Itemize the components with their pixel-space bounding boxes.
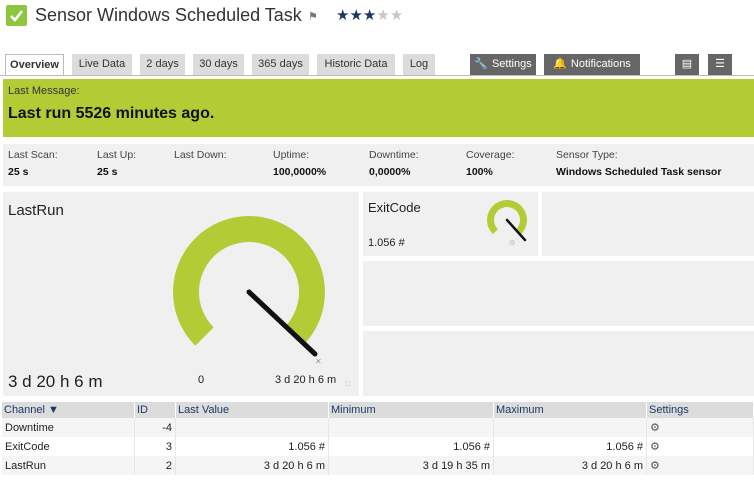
comment-icon: ▤ <box>681 58 693 70</box>
cell-last: 3 d 20 h 6 m <box>175 456 329 475</box>
title-bar: Sensor Windows Scheduled Task ⚑ ★★★★★ <box>0 0 754 34</box>
stat-last-scan: Last Scan: 25 s <box>8 149 58 178</box>
cell-id: -4 <box>134 418 176 437</box>
lastrun-gauge-max: 3 d 20 h 6 m <box>275 374 337 386</box>
priority-star[interactable]: ★ <box>336 7 349 24</box>
empty-panel-2 <box>363 261 754 326</box>
gear-icon[interactable]: ⚙ <box>650 441 660 453</box>
cell-min: 1.056 # <box>328 437 494 456</box>
lastrun-value: 3 d 20 h 6 m <box>8 372 103 391</box>
gauge-close-icon[interactable]: ✕ <box>315 357 322 366</box>
empty-panel-1 <box>542 192 754 256</box>
lastrun-gauge-panel: LastRun 3 d 20 h 6 m 0 3 d 20 h 6 m ✕ □ <box>3 192 359 396</box>
gauge-resize-icon[interactable]: □ <box>345 379 350 388</box>
table-header: Channel ▼ ID Last Value Minimum Maximum … <box>2 402 754 418</box>
lastrun-gauge <box>173 216 325 357</box>
stat-uptime: Uptime: 100,0000% <box>273 149 327 178</box>
stat-downtime: Downtime: 0,0000% <box>369 149 419 178</box>
sort-down-icon: ▼ <box>48 404 59 416</box>
last-message-label: Last Message: <box>8 85 80 97</box>
cell-settings: ⚙ <box>646 437 754 456</box>
small-gauge-tools-icon[interactable]: ⚙ <box>509 239 515 247</box>
priority-star[interactable]: ★ <box>363 7 376 24</box>
flag-icon[interactable]: ⚑ <box>308 10 318 23</box>
comments-button[interactable]: ▤ <box>675 54 699 75</box>
tab-log[interactable]: Log <box>403 54 435 75</box>
cell-min: 3 d 19 h 35 m <box>328 456 494 475</box>
table-row[interactable]: Downtime -4 ⚙ <box>2 418 754 437</box>
cell-max <box>493 418 647 437</box>
gear-icon[interactable]: ⚙ <box>650 460 660 472</box>
cell-max: 3 d 20 h 6 m <box>493 456 647 475</box>
history-button[interactable]: ☰ <box>708 54 732 75</box>
cell-channel: Downtime <box>2 418 135 437</box>
col-settings: Settings <box>646 402 754 418</box>
stat-last-down: Last Down: <box>174 149 227 161</box>
cell-last <box>175 418 329 437</box>
cell-min <box>328 418 494 437</box>
stat-coverage: Coverage: 100% <box>466 149 515 178</box>
cell-channel: LastRun <box>2 456 135 475</box>
wrench-icon: 🔧 <box>474 58 488 70</box>
tab-bar: Overview Live Data 2 days 30 days 365 da… <box>0 54 754 76</box>
col-maximum[interactable]: Maximum <box>493 402 647 418</box>
last-message-text: Last run 5526 minutes ago. <box>8 105 215 122</box>
priority-star[interactable]: ★ <box>349 7 362 24</box>
stat-sensor-type: Sensor Type: Windows Scheduled Task senso… <box>556 149 722 178</box>
bell-icon: 🔔 <box>553 58 567 70</box>
notifications-button[interactable]: 🔔 Notifications <box>544 54 640 75</box>
exitcode-gauge-arc <box>487 200 527 235</box>
lastrun-gauge-arc <box>173 216 325 346</box>
col-last-value[interactable]: Last Value <box>175 402 329 418</box>
cell-id: 3 <box>134 437 176 456</box>
tab-live-data[interactable]: Live Data <box>72 54 132 75</box>
col-minimum[interactable]: Minimum <box>328 402 494 418</box>
tab-30-days[interactable]: 30 days <box>193 54 244 75</box>
lastrun-gauge-min: 0 <box>198 374 205 386</box>
cell-channel: ExitCode <box>2 437 135 456</box>
channels-table: Channel ▼ ID Last Value Minimum Maximum … <box>2 402 754 475</box>
cell-settings: ⚙ <box>646 456 754 475</box>
notifications-label: Notifications <box>570 58 631 70</box>
col-channel[interactable]: Channel ▼ <box>2 402 135 418</box>
gear-icon[interactable]: ⚙ <box>650 422 660 434</box>
settings-button[interactable]: 🔧 Settings <box>470 54 536 75</box>
tab-overview[interactable]: Overview <box>5 54 64 76</box>
stat-last-up: Last Up: 25 s <box>97 149 137 178</box>
empty-panel-3 <box>363 331 754 396</box>
priority-star[interactable]: ★ <box>376 7 389 24</box>
last-message-bar: Last Message: Last run 5526 minutes ago. <box>3 79 754 137</box>
priority-star[interactable]: ★ <box>390 7 403 24</box>
table-row[interactable]: LastRun 2 3 d 20 h 6 m 3 d 19 h 35 m 3 d… <box>2 456 754 475</box>
sensor-stats: Last Scan: 25 s Last Up: 25 s Last Down: U… <box>3 144 754 186</box>
tab-2-days[interactable]: 2 days <box>140 54 185 75</box>
tab-365-days[interactable]: 365 days <box>252 54 309 75</box>
page-title: Sensor Windows Scheduled Task <box>35 5 302 25</box>
lastrun-gauge-title: LastRun <box>8 202 64 219</box>
exitcode-value: 1.056 # <box>368 237 405 249</box>
tab-underline <box>0 75 754 76</box>
cell-settings: ⚙ <box>646 418 754 437</box>
priority-stars[interactable]: ★★★★★ <box>336 6 403 24</box>
exitcode-gauge-panel: ExitCode 1.056 # ⚙ <box>363 192 538 256</box>
cell-last: 1.056 # <box>175 437 329 456</box>
tab-historic-data[interactable]: Historic Data <box>317 54 395 75</box>
col-id[interactable]: ID <box>134 402 176 418</box>
list-icon: ☰ <box>715 58 725 70</box>
status-ok-icon <box>6 5 27 26</box>
table-row[interactable]: ExitCode 3 1.056 # 1.056 # 1.056 # ⚙ <box>2 437 754 456</box>
exitcode-gauge-title: ExitCode <box>368 200 421 215</box>
cell-id: 2 <box>134 456 176 475</box>
settings-label: Settings <box>491 58 532 70</box>
cell-max: 1.056 # <box>493 437 647 456</box>
